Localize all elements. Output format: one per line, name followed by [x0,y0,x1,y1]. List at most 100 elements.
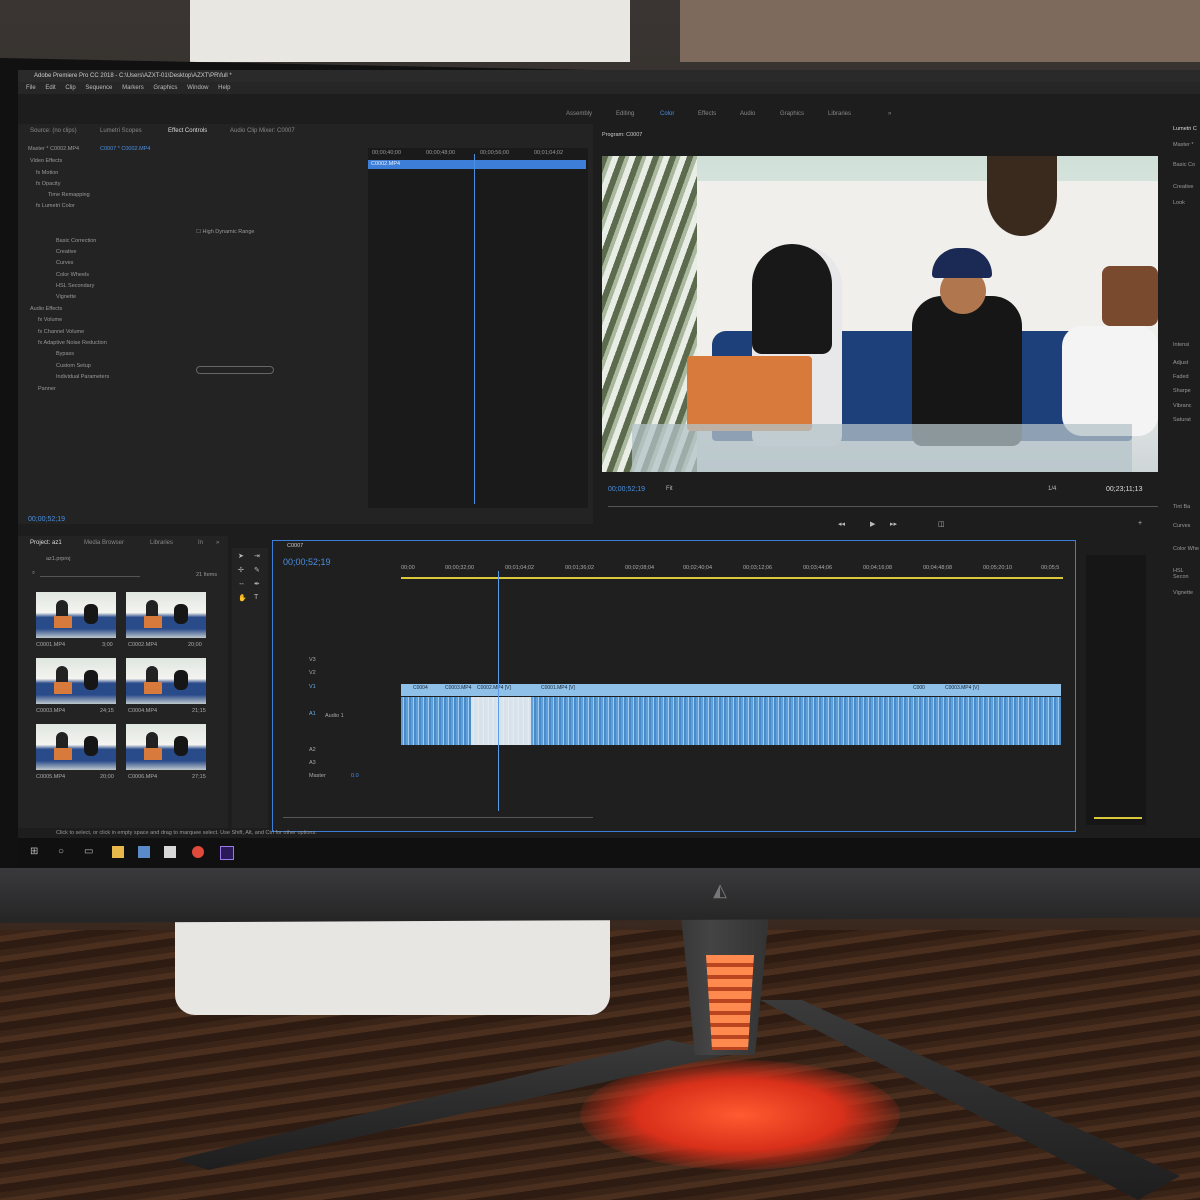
sequence-tab[interactable]: C0007 [287,543,303,549]
timeline-timecode[interactable]: 00;00;52;19 [283,557,331,567]
effect-item[interactable]: Time Remapping [48,192,90,198]
workspace-effects[interactable]: Effects [698,106,716,122]
work-area-bar[interactable] [401,577,1063,579]
menu-file[interactable]: File [26,85,36,91]
track-select-icon[interactable]: ⇥ [254,552,260,560]
lumetri-panel-title[interactable]: Lumetri C [1173,126,1197,132]
effect-item[interactable]: fx Adaptive Noise Reduction [38,340,107,346]
program-scrub-bar[interactable] [608,506,1158,507]
pen-tool-icon[interactable]: ✒ [254,580,260,588]
workspace-assembly[interactable]: Assembly [566,106,592,122]
premiere-pro-icon[interactable] [220,846,234,860]
tab-project[interactable]: Project: az1 [30,540,62,546]
effect-item[interactable]: fx Volume [38,317,62,323]
tab-audio-clip-mixer[interactable]: Audio Clip Mixer: C0007 [230,128,295,134]
effect-item[interactable]: Creative [56,249,76,255]
mini-clip-bar[interactable]: C0002.MP4 [368,160,586,169]
type-tool-icon[interactable]: T [254,594,258,601]
menu-sequence[interactable]: Sequence [85,85,112,91]
ripple-edit-icon[interactable]: ✢ [238,566,244,574]
program-resolution-select[interactable]: 1/4 [1048,486,1056,492]
search-icon[interactable]: ⌕ [32,570,35,577]
effect-item[interactable]: fx Channel Volume [38,329,84,335]
workspace-audio[interactable]: Audio [740,106,755,122]
effect-clip-label[interactable]: C0007 * C0002.MP4 [100,146,150,152]
lumetri-param[interactable]: Intensi [1173,342,1189,348]
tab-lumetri-scopes[interactable]: Lumetri Scopes [100,128,142,134]
effect-item[interactable]: Vignette [56,294,76,300]
tab-more[interactable]: » [216,540,219,546]
clip-thumbnail[interactable] [126,724,206,770]
track-header-v3[interactable]: V3 [309,657,316,663]
track-header-v2[interactable]: V2 [309,670,316,676]
tab-source[interactable]: Source: (no clips) [30,128,77,134]
menu-markers[interactable]: Markers [122,85,144,91]
lumetri-section[interactable]: Curves [1173,523,1190,529]
add-button-icon[interactable]: + [1138,520,1142,527]
step-back-icon[interactable]: ◂◂ [838,520,845,528]
search-circle-icon[interactable]: ○ [58,846,70,858]
tab-info[interactable]: In [198,540,203,546]
lumetri-param[interactable]: Adjust [1173,360,1188,366]
tab-effect-controls[interactable]: Effect Controls [168,128,207,134]
effect-item[interactable]: Color Wheels [56,272,89,278]
track-header-a2[interactable]: A2 [309,747,316,753]
selected-audio-clip[interactable] [471,697,531,745]
clip-thumbnail[interactable] [126,658,206,704]
workspace-libraries[interactable]: Libraries [828,106,851,122]
lumetri-param[interactable]: Tint Ba [1173,504,1190,510]
lumetri-look[interactable]: Look [1173,200,1185,206]
lumetri-param[interactable]: Sharpe [1173,388,1191,394]
lumetri-section[interactable]: Vignette [1173,590,1193,596]
track-header-a1[interactable]: A1 [309,711,316,717]
slip-tool-icon[interactable]: ↔ [238,580,245,587]
lumetri-section[interactable]: Basic Co [1173,162,1195,168]
lumetri-param[interactable]: Saturat [1173,417,1191,423]
workspace-color[interactable]: Color [660,106,674,122]
menu-clip[interactable]: Clip [65,85,75,91]
effect-item[interactable]: fx Lumetri Color [36,203,75,209]
timeline-playhead[interactable] [498,571,499,811]
effect-item[interactable]: HSL Secondary [56,283,94,289]
export-frame-icon[interactable]: ◫ [938,520,945,528]
effect-item[interactable]: Basic Correction [56,238,96,244]
task-view-icon[interactable]: ▭ [84,846,96,858]
tab-libraries[interactable]: Libraries [150,540,173,546]
play-icon[interactable]: ▶ [870,520,875,528]
track-header-master[interactable]: Master [309,773,326,779]
menu-graphics[interactable]: Graphics [153,85,177,91]
file-explorer-icon[interactable] [112,846,124,858]
tab-media-browser[interactable]: Media Browser [84,540,124,546]
lumetri-param[interactable]: Faded [1173,374,1189,380]
clip-thumbnail[interactable] [36,658,116,704]
hand-tool-icon[interactable]: ✋ [238,594,247,602]
chrome-icon[interactable] [192,846,204,858]
clip-thumbnail[interactable] [36,592,116,638]
track-header-v1[interactable]: V1 [309,684,316,690]
effect-item[interactable]: Individual Parameters [56,374,109,380]
effect-item[interactable]: fx Motion [36,170,58,176]
workspace-editing[interactable]: Editing [616,106,634,122]
effect-item[interactable]: Panner [38,386,56,392]
parameter-slider[interactable] [196,366,274,374]
lumetri-section[interactable]: Creative [1173,184,1193,190]
selection-tool-icon[interactable]: ➤ [238,552,244,560]
lumetri-param[interactable]: Vibranc [1173,403,1192,409]
effect-timecode[interactable]: 00;00;52;19 [28,516,65,523]
master-volume-value[interactable]: 0.0 [351,773,359,779]
razor-tool-icon[interactable]: ✎ [254,566,260,574]
windows-start-icon[interactable]: ⊞ [30,846,42,858]
effect-item[interactable]: Bypass [56,351,74,357]
mail-icon[interactable] [164,846,176,858]
step-forward-icon[interactable]: ▸▸ [890,520,897,528]
program-title[interactable]: Program: C0007 [602,132,642,138]
effect-item[interactable]: Curves [56,260,73,266]
workspace-more[interactable]: » [888,106,891,122]
track-header-a3[interactable]: A3 [309,760,316,766]
mini-playhead[interactable] [474,154,475,504]
lumetri-section[interactable]: HSL Secon [1173,568,1200,580]
clip-thumbnail[interactable] [126,592,206,638]
program-fit-select[interactable]: Fit [666,486,673,492]
clip-thumbnail[interactable] [36,724,116,770]
program-timecode[interactable]: 00;00;52;19 [608,486,645,493]
